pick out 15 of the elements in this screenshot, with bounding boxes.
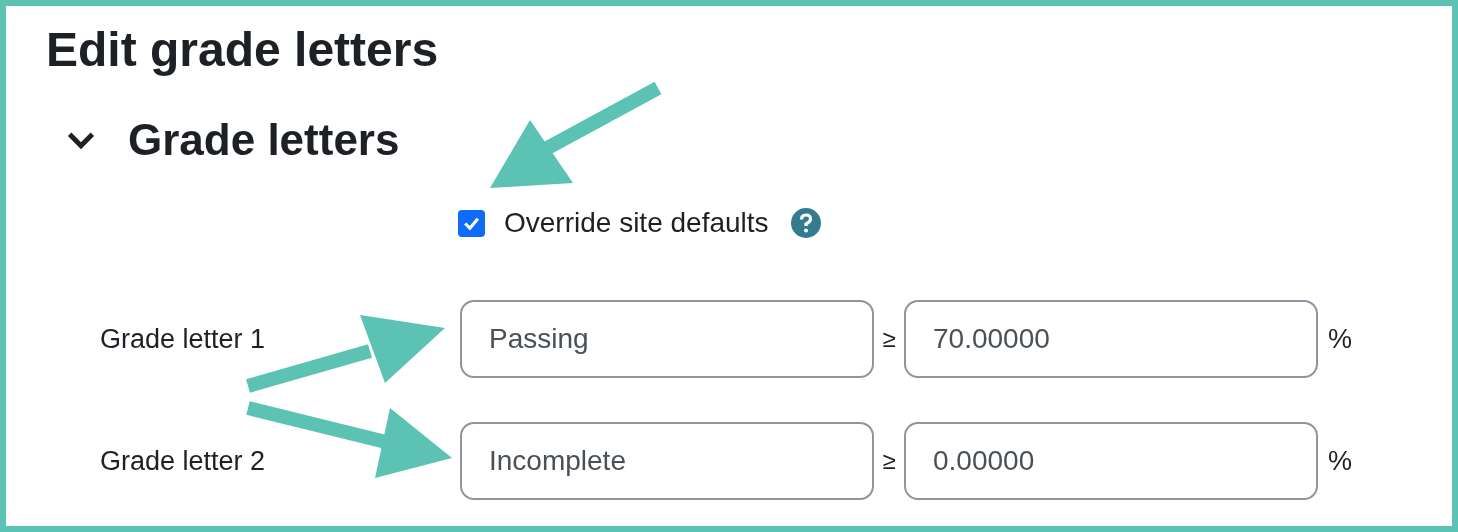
letter-field[interactable]: Passing (460, 300, 874, 378)
row-label: Grade letter 1 (100, 322, 267, 356)
letter-field[interactable]: Incomplete (460, 422, 874, 500)
boundary-field[interactable]: 70.00000 (904, 300, 1318, 378)
operator-sign: ≥ (881, 324, 897, 354)
operator-sign: ≥ (881, 446, 897, 476)
section-title: Grade letters (128, 114, 400, 166)
checkbox[interactable] (458, 209, 485, 237)
page-title: Edit grade letters (46, 22, 439, 78)
boundary-field[interactable]: 0.00000 (904, 422, 1318, 500)
row-label: Grade letter 2 (100, 444, 267, 478)
help-icon[interactable] (790, 208, 821, 238)
unit-label: % (1328, 444, 1352, 478)
checkbox-label: Override site defaults (504, 206, 769, 240)
unit-label: % (1328, 322, 1352, 356)
